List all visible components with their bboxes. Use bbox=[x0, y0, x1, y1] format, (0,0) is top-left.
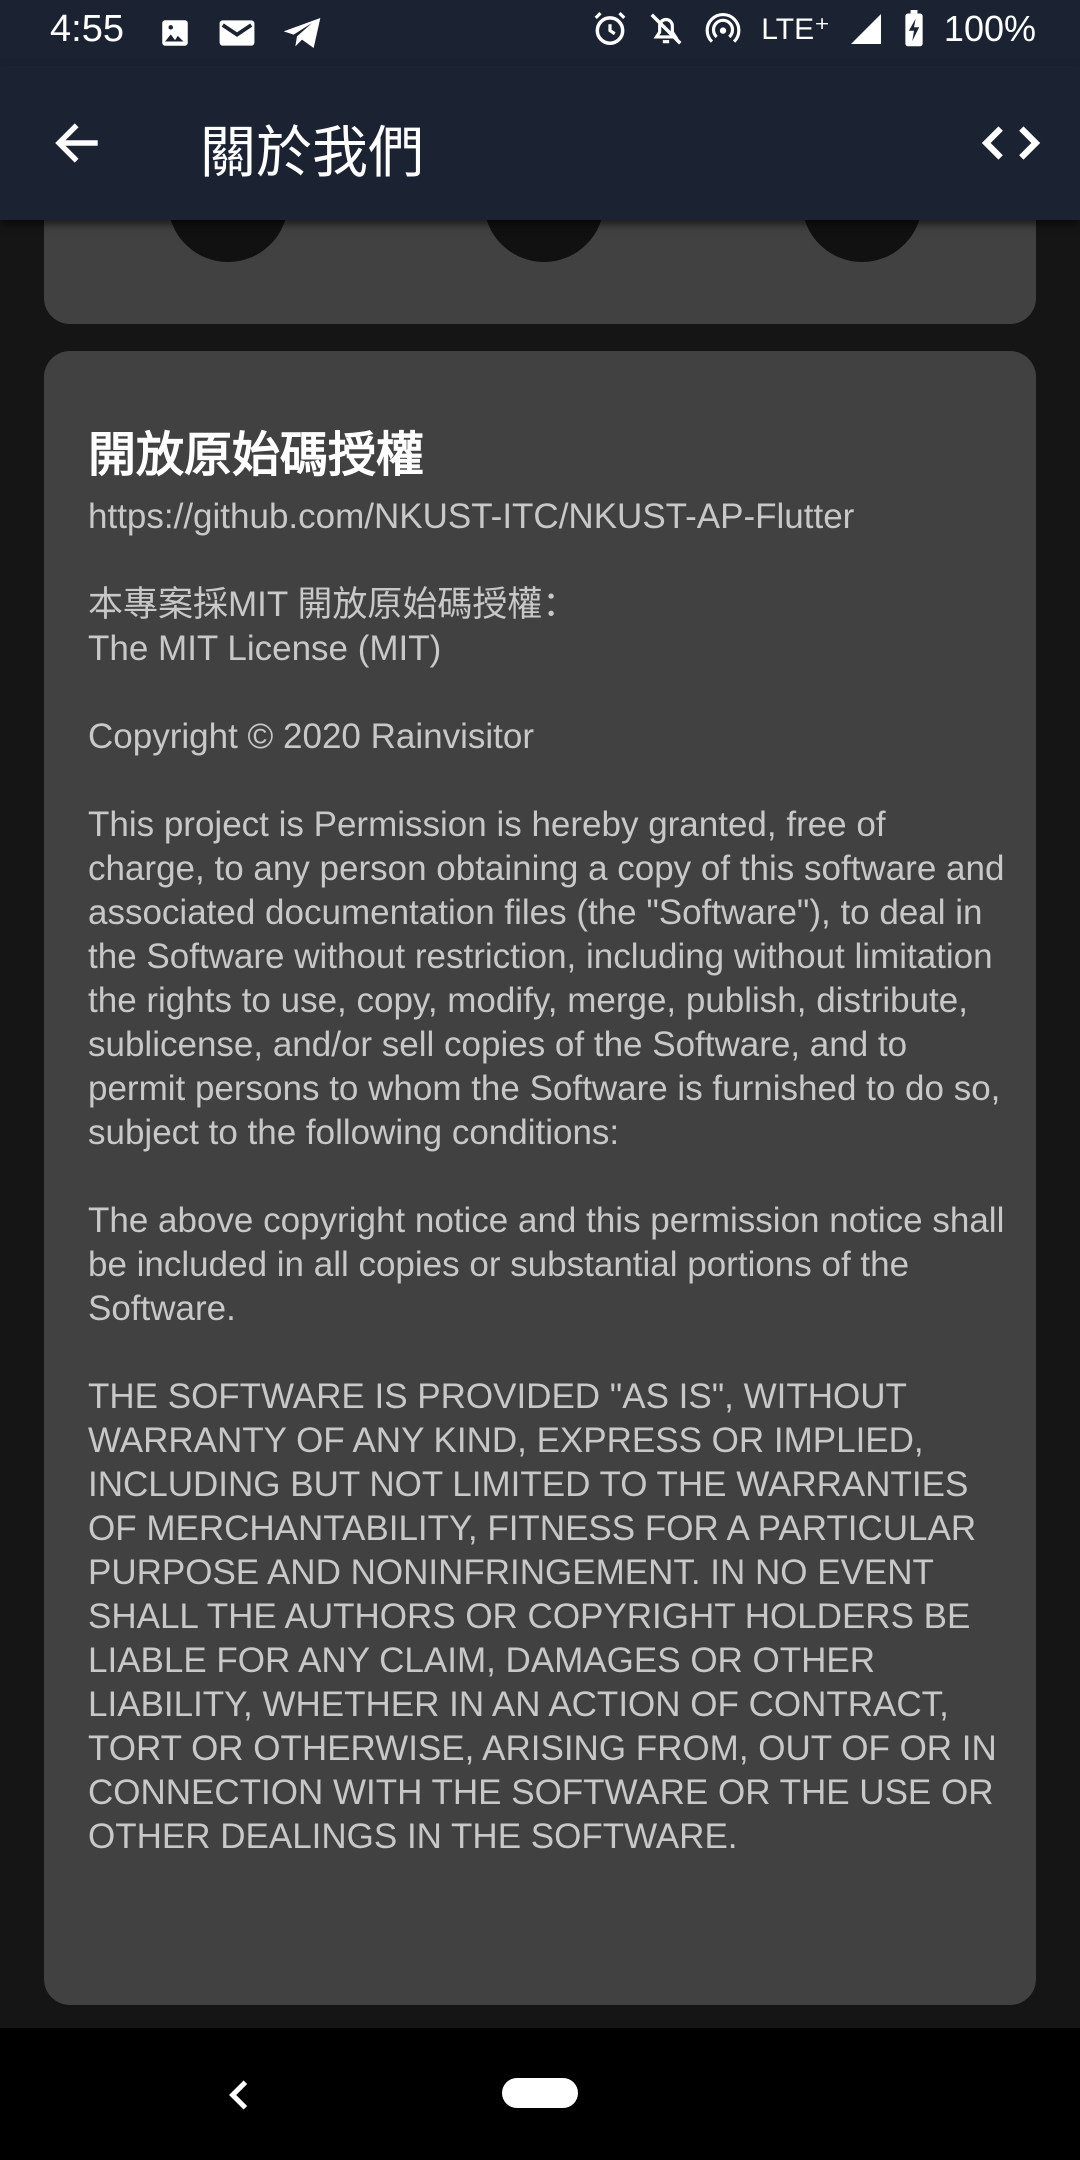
license-text: https://github.com/NKUST-ITC/NKUST-AP-Fl… bbox=[88, 497, 1005, 1856]
app-bar: 關於我們 bbox=[0, 66, 1080, 220]
github-icon[interactable] bbox=[484, 220, 604, 262]
home-pill[interactable] bbox=[502, 2078, 578, 2108]
social-card bbox=[44, 220, 1036, 324]
scroll-content[interactable]: 開放原始碼授權 https://github.com/NKUST-ITC/NKU… bbox=[0, 220, 1080, 2028]
arrow-back-icon[interactable] bbox=[50, 116, 104, 170]
battery-percent: 100% bbox=[943, 8, 1036, 49]
silent-icon bbox=[650, 13, 682, 45]
page-title: 關於我們 bbox=[200, 121, 424, 186]
status-time: 4:55 bbox=[50, 8, 124, 50]
license-title: 開放原始碼授權 bbox=[88, 427, 425, 483]
navigation-bar bbox=[0, 2028, 1080, 2160]
network-type: LTE⁺ bbox=[761, 12, 830, 46]
hotspot-icon bbox=[705, 13, 741, 43]
license-card: 開放原始碼授權 https://github.com/NKUST-ITC/NKU… bbox=[44, 351, 1036, 2005]
notification-icons bbox=[158, 16, 322, 50]
image-icon bbox=[162, 20, 188, 46]
status-bar: 4:55 LTE⁺ 100% bbox=[0, 0, 1080, 66]
gmail-icon bbox=[219, 20, 255, 46]
battery-charging-icon bbox=[905, 10, 923, 47]
signal-icon bbox=[850, 14, 881, 44]
facebook-icon[interactable] bbox=[168, 220, 288, 262]
email-icon[interactable] bbox=[802, 220, 922, 262]
nav-back-icon[interactable] bbox=[224, 2078, 254, 2112]
alarm-icon bbox=[594, 12, 626, 45]
telegram-icon bbox=[283, 18, 321, 48]
system-status-icons: LTE⁺ 100% bbox=[591, 8, 1036, 50]
code-icon[interactable] bbox=[980, 118, 1042, 168]
